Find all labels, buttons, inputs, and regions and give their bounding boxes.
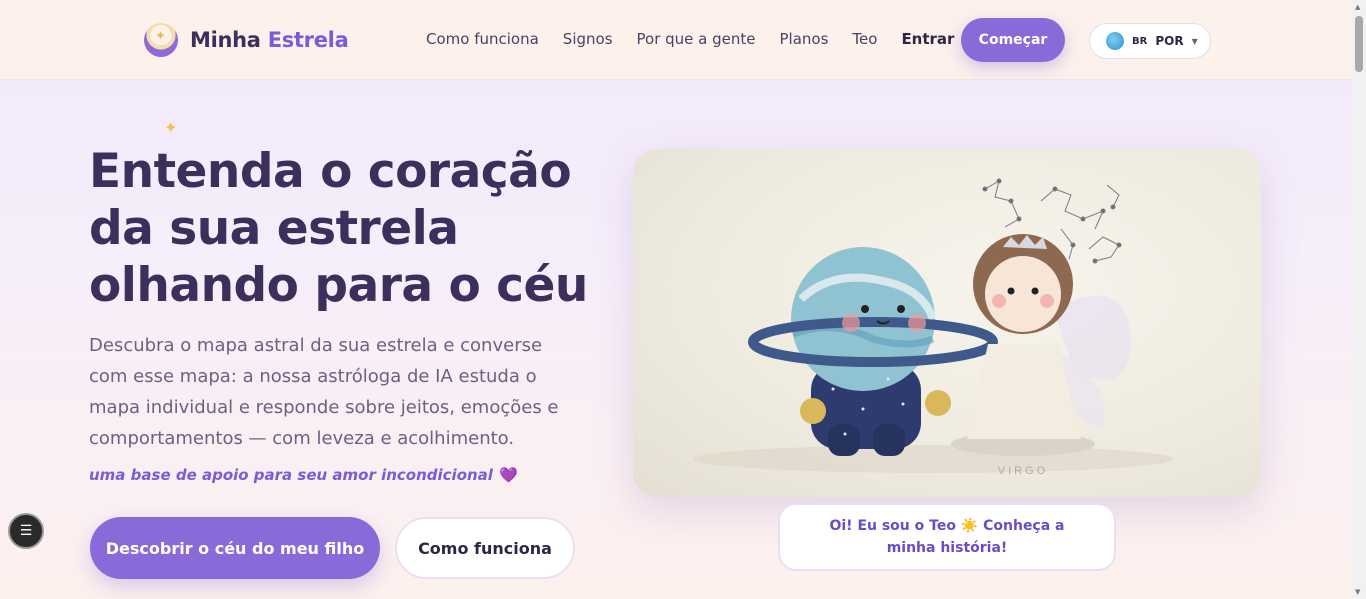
globe-icon bbox=[1106, 32, 1124, 50]
logo[interactable]: ✦ Minha Estrela bbox=[144, 22, 349, 58]
language-selector[interactable]: BR POR ▼ bbox=[1089, 23, 1211, 59]
discover-sky-button[interactable]: Descobrir o céu do meu filho bbox=[90, 517, 380, 579]
hero-title: Entenda o coração da sua estrela olhando… bbox=[89, 143, 589, 314]
how-it-works-button[interactable]: Como funciona bbox=[395, 517, 575, 579]
main-nav: Como funciona Signos Por que a gente Pla… bbox=[426, 30, 978, 48]
hero-title-line3: olhando para o céu bbox=[89, 258, 588, 313]
scrollbar-thumb[interactable] bbox=[1355, 16, 1363, 72]
planet-and-fairy-illustration: VIRGO bbox=[693, 178, 1173, 477]
language-code: POR bbox=[1155, 34, 1184, 48]
brand-name-part2: Estrela bbox=[267, 28, 349, 52]
top-header: ✦ Minha Estrela Como funciona Signos Por… bbox=[0, 0, 1352, 80]
teo-intro-bubble[interactable]: Oi! Eu sou o Teo ☀️ Conheça a minha hist… bbox=[778, 503, 1116, 571]
login-link[interactable]: Entrar bbox=[901, 30, 954, 48]
tagline-text: uma base de apoio para seu amor incondic… bbox=[89, 466, 493, 484]
chevron-down-icon: ▼ bbox=[1191, 36, 1198, 46]
nav-teo[interactable]: Teo bbox=[852, 30, 877, 48]
start-button[interactable]: Começar bbox=[961, 18, 1065, 62]
nav-signos[interactable]: Signos bbox=[563, 30, 613, 48]
nav-por-que-a-gente[interactable]: Por que a gente bbox=[637, 30, 756, 48]
nav-planos[interactable]: Planos bbox=[780, 30, 829, 48]
moon-star-logo-icon: ✦ bbox=[144, 23, 178, 57]
hero-title-line2: da sua estrela bbox=[89, 201, 459, 256]
brand-name: Minha Estrela bbox=[190, 28, 349, 52]
floating-menu-icon[interactable]: ☰ bbox=[8, 513, 44, 549]
hero-title-line1: Entenda o coração bbox=[89, 144, 572, 199]
svg-text:VIRGO: VIRGO bbox=[998, 465, 1048, 477]
brand-name-part1: Minha bbox=[190, 28, 261, 52]
hero-illustration: VIRGO bbox=[633, 149, 1261, 497]
hero-description: Descubra o mapa astral da sua estrela e … bbox=[89, 335, 559, 449]
hero-tagline: uma base de apoio para seu amor incondic… bbox=[89, 466, 518, 484]
flag-code: BR bbox=[1132, 35, 1148, 47]
scroll-down-icon[interactable]: ▼ bbox=[1355, 588, 1360, 596]
vertical-scrollbar[interactable]: ▲ ▼ bbox=[1352, 0, 1366, 599]
scroll-up-icon[interactable]: ▲ bbox=[1355, 3, 1360, 11]
purple-heart-icon: 💜 bbox=[498, 466, 518, 484]
nav-como-funciona[interactable]: Como funciona bbox=[426, 30, 539, 48]
sparkle-icon: ✦ bbox=[164, 118, 178, 137]
